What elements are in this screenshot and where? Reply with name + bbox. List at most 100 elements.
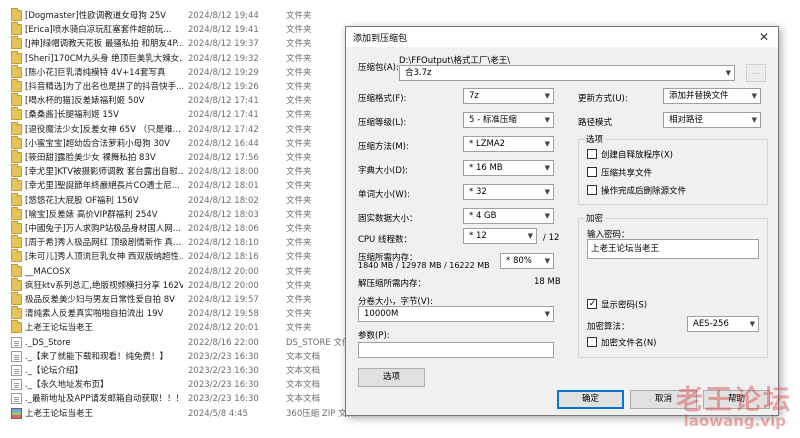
archive-name-value: 合3.7z <box>405 68 432 78</box>
folder-icon <box>11 79 22 92</box>
document-icon <box>11 365 22 376</box>
level-value: 5 - 标准压缩 <box>469 115 517 125</box>
sfx-label: 创建自释放程序(X) <box>601 150 673 161</box>
document-icon <box>11 379 22 391</box>
folder-icon <box>11 150 22 163</box>
chevron-down-icon: ▼ <box>544 212 550 220</box>
folder-icon <box>11 263 22 277</box>
threads-label: CPU 线程数： <box>358 235 412 245</box>
folder-icon <box>11 206 22 220</box>
folder-icon <box>11 292 22 305</box>
split-value: 10000M <box>364 309 399 319</box>
memory-percent-value: * 80% <box>506 256 532 266</box>
chevron-down-icon: ▼ <box>544 164 550 172</box>
format-combo[interactable]: 7z ▼ <box>463 88 554 104</box>
params-input[interactable] <box>358 342 554 358</box>
split-combo[interactable]: 10000M ▼ <box>358 306 554 322</box>
solid-combo[interactable]: * 4 GB ▼ <box>463 208 554 224</box>
close-icon[interactable]: ✕ <box>756 29 772 45</box>
options-button[interactable]: 选项 <box>358 368 425 387</box>
chevron-down-icon: ▼ <box>544 310 550 318</box>
sfx-checkbox[interactable]: 创建自释放程序(X) <box>587 149 673 162</box>
folder-icon <box>11 320 22 334</box>
options-group-label: 选项 <box>584 133 606 145</box>
show-password-label: 显示密码(S) <box>601 300 648 311</box>
solid-value: * 4 GB <box>469 211 497 221</box>
password-input[interactable]: 上老王论坛当老王 <box>587 239 759 259</box>
threads-combo[interactable]: * 12 ▼ <box>463 228 537 244</box>
show-password-check[interactable] <box>587 299 597 309</box>
threads-total: / 12 <box>543 233 560 243</box>
watermark-url: laowang.vip <box>683 412 786 430</box>
zip-file-icon <box>11 407 22 419</box>
dict-combo[interactable]: * 16 MB ▼ <box>463 160 554 176</box>
method-combo[interactable]: * LZMA2 ▼ <box>463 136 554 152</box>
folder-icon <box>11 235 22 249</box>
path-mode-label: 路径模式 <box>578 118 613 128</box>
folder-icon <box>11 64 22 78</box>
folder-icon <box>11 178 22 192</box>
show-password-checkbox[interactable]: 显示密码(S) <box>587 299 648 312</box>
archive-name-combo[interactable]: 合3.7z ▼ <box>399 65 735 81</box>
chevron-down-icon: ▼ <box>544 92 550 100</box>
update-value: 添加并替换文件 <box>669 91 729 101</box>
document-icon <box>11 350 22 362</box>
delete-label: 操作完成后删除源文件 <box>601 186 687 197</box>
file-row[interactable]: 上老王论坛当老王 2024/5/8 4:45 360压缩 ZIP 文件 <box>0 406 360 422</box>
memory-percent-combo[interactable]: * 80% ▼ <box>500 253 554 269</box>
path-mode-combo[interactable]: 相对路径 ▼ <box>663 112 761 128</box>
add-to-archive-dialog: 添加到压缩包 ✕ 压缩包(A): D:\FFOutput\格式工厂\老王\ 合3… <box>345 26 779 416</box>
update-combo[interactable]: 添加并替换文件 ▼ <box>663 88 761 104</box>
word-combo[interactable]: * 32 ▼ <box>463 184 554 200</box>
file-date: 2024/5/8 4:45 <box>188 408 248 419</box>
delete-check[interactable] <box>587 185 597 195</box>
folder-icon <box>11 135 22 149</box>
dialog-title: 添加到压缩包 <box>353 34 408 44</box>
shared-label: 压缩共享文件 <box>601 168 653 179</box>
level-combo[interactable]: 5 - 标准压缩 ▼ <box>463 112 554 128</box>
method-value: * LZMA2 <box>469 139 506 149</box>
encryption-method-label: 加密算法： <box>587 322 630 332</box>
decompress-memory-label: 解压缩所需内存： <box>358 279 427 289</box>
memory-value: 1840 MB / 12978 MB / 16222 MB <box>358 261 490 270</box>
document-icon <box>11 336 22 348</box>
chevron-down-icon: ▼ <box>725 69 731 77</box>
solid-label: 固实数据大小： <box>358 214 418 224</box>
sfx-check[interactable] <box>587 149 597 159</box>
folder-icon <box>11 164 22 178</box>
chevron-down-icon: ▼ <box>544 116 550 124</box>
watermark: 老王论坛 laowang.vip <box>662 378 792 436</box>
folder-icon <box>11 93 22 107</box>
file-name: 上老王论坛当老王 <box>25 408 94 419</box>
folder-icon <box>11 50 22 64</box>
folder-icon <box>11 22 22 36</box>
path-mode-value: 相对路径 <box>669 115 704 125</box>
folder-icon <box>11 36 22 50</box>
folder-icon <box>11 192 22 206</box>
decompress-memory-value: 18 MB <box>534 277 561 287</box>
ok-button[interactable]: 确定 <box>557 390 624 409</box>
encrypt-names-checkbox[interactable]: 加密文件名(N) <box>587 337 657 350</box>
encryption-method-combo[interactable]: AES-256 ▼ <box>687 316 759 332</box>
dialog-titlebar[interactable]: 添加到压缩包 ✕ <box>346 27 778 47</box>
chevron-down-icon: ▼ <box>749 320 755 328</box>
format-label: 压缩格式(F): <box>358 94 407 104</box>
chevron-down-icon: ▼ <box>544 140 550 148</box>
folder-icon <box>11 107 22 121</box>
file-list: [Dogmaster]性欧调教道女母狗 25V 2024/8/12 19:44 文件… <box>0 0 360 438</box>
word-value: * 32 <box>469 187 487 197</box>
encrypt-names-check[interactable] <box>587 337 597 347</box>
level-label: 压缩等级(L): <box>358 118 407 128</box>
encrypt-names-label: 加密文件名(N) <box>601 338 657 349</box>
folder-icon <box>11 249 22 263</box>
folder-icon <box>11 121 22 135</box>
archive-label: 压缩包(A): <box>358 63 399 73</box>
format-value: 7z <box>469 91 479 101</box>
shared-check[interactable] <box>587 167 597 177</box>
shared-files-checkbox[interactable]: 压缩共享文件 <box>587 167 653 180</box>
params-label: 参数(P): <box>358 331 390 341</box>
chevron-down-icon: ▼ <box>751 116 757 124</box>
browse-button[interactable]: ... <box>746 64 766 82</box>
method-label: 压缩方法(M): <box>358 142 409 152</box>
delete-after-checkbox[interactable]: 操作完成后删除源文件 <box>587 185 687 198</box>
